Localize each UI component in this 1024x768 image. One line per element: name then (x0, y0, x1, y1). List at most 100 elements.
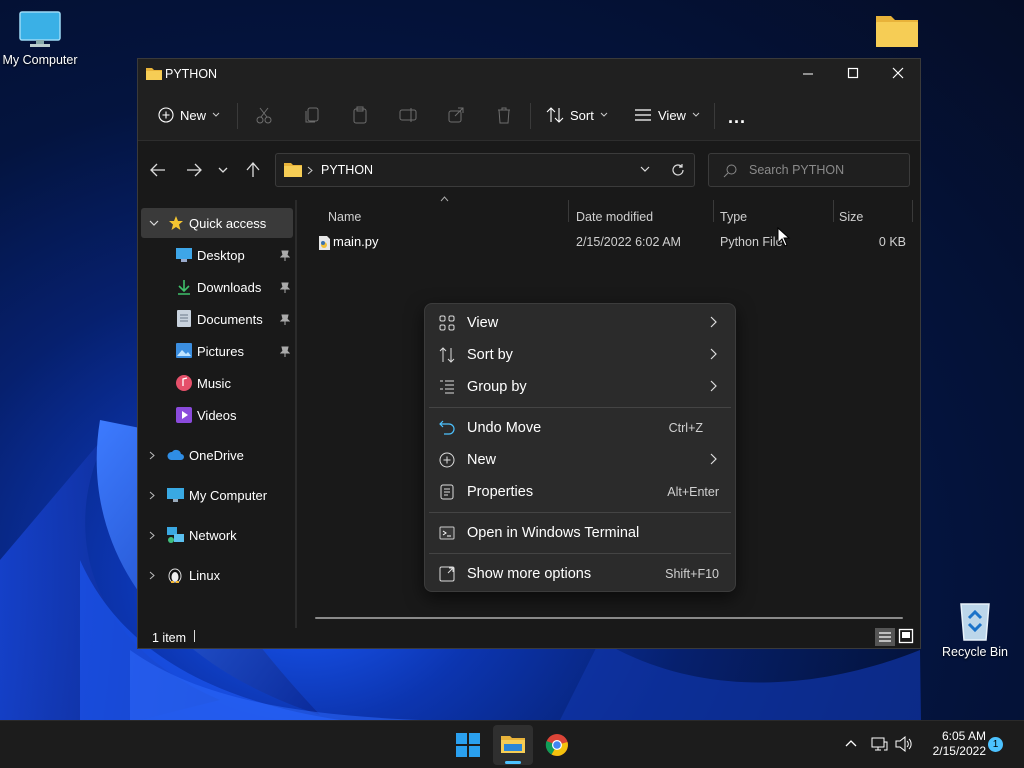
column-divider[interactable] (912, 200, 913, 222)
new-button[interactable]: New (158, 99, 220, 131)
address-bar[interactable]: PYTHON (275, 153, 695, 187)
thumbnail-view-icon[interactable] (898, 628, 914, 644)
pin-icon[interactable] (280, 250, 290, 261)
chrome-icon[interactable] (545, 733, 569, 757)
column-header-date-modified[interactable]: Date modified (576, 210, 653, 224)
menu-item-sort-by[interactable]: Sort by (429, 339, 731, 371)
chevron-right-icon (710, 380, 717, 392)
back-arrow-icon[interactable] (150, 163, 166, 177)
pane-splitter[interactable] (295, 200, 297, 628)
folder-icon (284, 163, 302, 177)
sidebar-item-linux[interactable]: Linux (138, 560, 294, 590)
menu-item-shortcut: Shift+F10 (665, 567, 719, 581)
cut-icon[interactable] (254, 105, 274, 125)
sort-button[interactable]: Sort (546, 99, 608, 131)
menu-item-label: Show more options (467, 566, 592, 582)
table-row[interactable]: main.py 2/15/2022 6:02 AM Python File 0 … (316, 230, 916, 254)
sidebar-item-label: Quick access (189, 216, 267, 231)
sidebar-item-documents[interactable]: Documents (138, 304, 294, 334)
menu-item-group-by[interactable]: Group by (429, 371, 731, 403)
pin-icon[interactable] (280, 346, 290, 357)
sidebar-item-my-computer[interactable]: My Computer (138, 480, 294, 510)
address-dropdown-icon[interactable] (640, 166, 650, 173)
close-icon[interactable] (892, 67, 904, 79)
computer-icon (167, 488, 184, 502)
menu-separator (429, 407, 731, 408)
search-box[interactable]: Search PYTHON (708, 153, 910, 187)
menu-item-open-in-terminal[interactable]: Open in Windows Terminal (429, 517, 731, 549)
share-icon[interactable] (446, 105, 466, 125)
sidebar-item-label: Music (197, 376, 231, 391)
view-button[interactable]: View (634, 99, 700, 131)
column-divider[interactable] (568, 200, 569, 222)
pin-icon[interactable] (280, 314, 290, 325)
video-icon (176, 407, 192, 423)
menu-item-undo-move[interactable]: Undo Move Ctrl+Z (429, 412, 731, 444)
menu-item-view[interactable]: View (429, 307, 731, 339)
sidebar-item-label: My Computer (189, 488, 268, 503)
chevron-down-icon (692, 112, 700, 117)
paste-icon[interactable] (350, 105, 370, 125)
breadcrumb-current[interactable]: PYTHON (321, 163, 373, 177)
sidebar-item-downloads[interactable]: Downloads (138, 272, 294, 302)
menu-item-new[interactable]: New (429, 444, 731, 476)
delete-icon[interactable] (494, 105, 514, 125)
sidebar-item-label: Desktop (197, 248, 245, 263)
menu-item-show-more-options[interactable]: Show more options Shift+F10 (429, 558, 731, 590)
horizontal-scrollbar[interactable] (315, 617, 903, 619)
forward-arrow-icon[interactable] (186, 163, 202, 177)
clock[interactable]: 6:05 AM 2/15/2022 (922, 729, 986, 759)
pin-icon[interactable] (280, 282, 290, 293)
sidebar-item-desktop[interactable]: Desktop (138, 240, 294, 270)
navigation-pane: Quick access Desktop Downloads Documents… (138, 200, 296, 628)
desktop-icon-recycle-bin[interactable]: Recycle Bin (940, 598, 1010, 659)
more-options-icon (439, 566, 455, 582)
desktop-icon-my-computer[interactable]: My Computer (2, 10, 78, 67)
more-options-button[interactable]: ... (728, 101, 746, 133)
column-header-size[interactable]: Size (839, 210, 863, 224)
up-arrow-icon[interactable] (246, 162, 260, 178)
menu-item-label: New (467, 452, 497, 468)
column-divider[interactable] (713, 200, 714, 222)
new-button-label: New (180, 107, 207, 123)
plus-circle-icon (158, 107, 174, 123)
sidebar-item-music[interactable]: Music (138, 368, 294, 398)
chevron-right-icon (149, 451, 155, 460)
minimize-icon[interactable] (802, 68, 814, 80)
maximize-icon[interactable] (847, 67, 859, 79)
volume-icon[interactable] (895, 736, 913, 752)
chevron-right-icon (149, 531, 155, 540)
column-header-name[interactable]: Name (328, 210, 361, 232)
sidebar-item-onedrive[interactable]: OneDrive (138, 440, 294, 470)
menu-item-shortcut: Ctrl+Z (668, 421, 703, 435)
navigation-row: PYTHON Search PYTHON (138, 142, 920, 200)
file-explorer-icon (501, 736, 525, 753)
desktop-icon-label: Recycle Bin (942, 645, 1008, 659)
title-bar[interactable]: PYTHON (138, 59, 920, 89)
network-status-icon[interactable] (871, 736, 888, 752)
properties-icon (440, 484, 454, 500)
recent-locations-chevron-icon[interactable] (218, 167, 228, 174)
context-menu: View Sort by Group by Undo Move Ctrl+Z N… (424, 303, 736, 592)
sidebar-item-pictures[interactable]: Pictures (138, 336, 294, 366)
rename-icon[interactable] (398, 105, 418, 125)
column-divider[interactable] (833, 200, 834, 222)
sidebar-item-quick-access[interactable]: Quick access (141, 208, 293, 238)
sidebar-item-network[interactable]: Network (138, 520, 294, 550)
show-hidden-icons-chevron-icon[interactable] (845, 739, 857, 747)
desktop-folder-icon[interactable] (875, 12, 919, 48)
view-icon (635, 109, 651, 121)
details-view-icon[interactable] (875, 628, 895, 646)
notification-badge[interactable]: 1 (988, 737, 1003, 752)
file-name: main.py (333, 234, 379, 249)
sidebar-item-videos[interactable]: Videos (138, 400, 294, 430)
window-title: PYTHON (165, 67, 218, 81)
column-header-type[interactable]: Type (720, 210, 747, 224)
refresh-icon[interactable] (671, 163, 685, 177)
start-button-windows-icon[interactable] (456, 733, 480, 757)
taskbar-file-explorer[interactable] (493, 725, 533, 765)
desktop-icon-label: My Computer (2, 53, 78, 67)
menu-item-properties[interactable]: Properties Alt+Enter (429, 476, 731, 508)
copy-icon[interactable] (302, 105, 322, 125)
undo-icon (439, 420, 455, 435)
